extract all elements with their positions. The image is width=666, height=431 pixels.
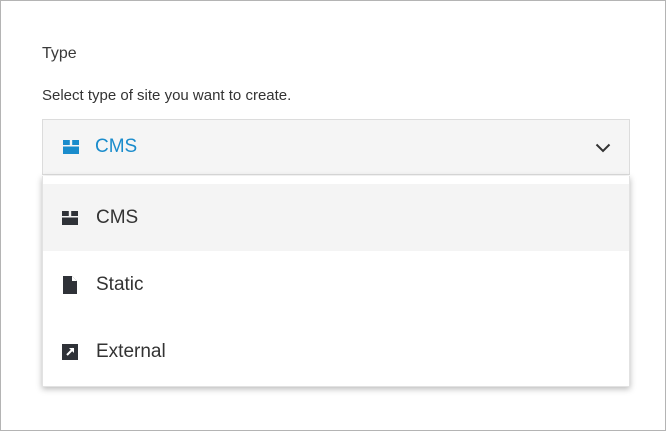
type-field-description: Select type of site you want to create. xyxy=(42,87,292,104)
site-type-panel: Type Select type of site you want to cre… xyxy=(0,0,666,431)
option-label: Static xyxy=(96,273,144,295)
site-type-select[interactable]: CMS xyxy=(42,119,630,175)
type-field-label: Type xyxy=(42,45,77,62)
box-icon xyxy=(61,137,81,157)
external-link-icon xyxy=(60,342,80,362)
option-external[interactable]: External xyxy=(43,318,629,385)
option-cms[interactable]: CMS xyxy=(43,184,629,251)
option-label: CMS xyxy=(96,206,139,228)
select-selected-value: CMS xyxy=(95,136,138,157)
box-icon xyxy=(60,208,80,228)
chevron-down-icon[interactable] xyxy=(593,138,613,158)
option-label: External xyxy=(96,340,166,362)
option-static[interactable]: Static xyxy=(43,251,629,318)
site-type-dropdown: CMS Static External xyxy=(42,176,630,387)
file-icon xyxy=(60,275,80,295)
